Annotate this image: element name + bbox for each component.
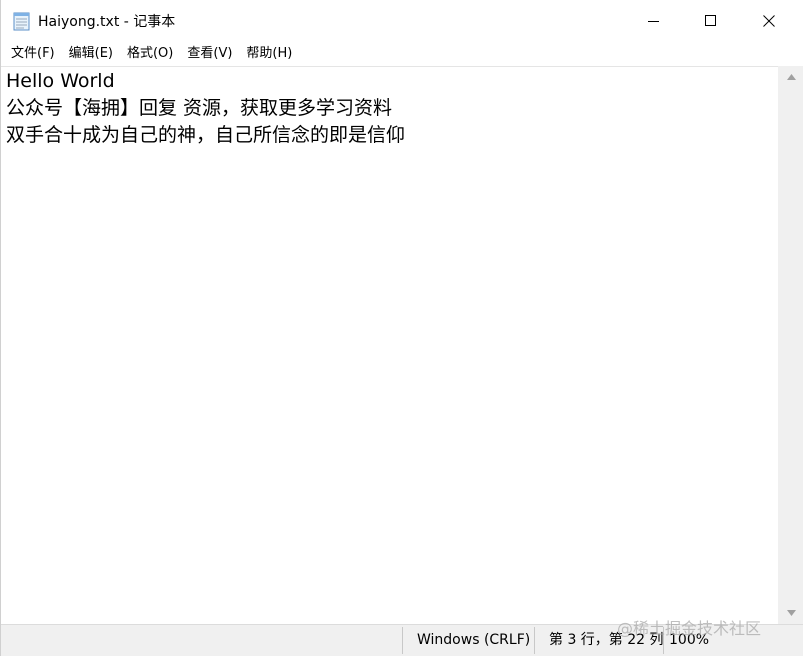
window-title: Haiyong.txt - 记事本 (38, 14, 176, 30)
status-encoding: Windows (CRLF) (417, 632, 531, 648)
menu-bar: 文件(F) 编辑(E) 格式(O) 查看(V) 帮助(H) (1, 42, 803, 66)
text-editor[interactable]: Hello World 公众号【海拥】回复 资源，获取更多学习资料 双手合十成为… (1, 66, 778, 624)
editor-line-3: 双手合十成为自己的神，自己所信念的即是信仰 (6, 124, 406, 146)
editor-line-1: Hello World (6, 70, 115, 92)
status-divider (402, 627, 403, 654)
editor-line-2: 公众号【海拥】回复 资源，获取更多学习资料 (6, 97, 393, 119)
menu-file[interactable]: 文件(F) (4, 43, 62, 65)
chevron-down-icon (786, 610, 796, 616)
vertical-scrollbar[interactable] (778, 66, 803, 624)
chevron-up-icon (786, 74, 796, 80)
notepad-icon[interactable] (13, 11, 31, 31)
watermark: @稀土掘金技术社区 (617, 619, 762, 638)
menu-format[interactable]: 格式(O) (120, 43, 180, 65)
minimize-button[interactable] (625, 0, 683, 42)
scroll-up-button[interactable] (778, 68, 803, 86)
close-icon (763, 15, 775, 27)
maximize-icon (705, 15, 716, 26)
status-divider (534, 627, 535, 654)
maximize-button[interactable] (682, 0, 740, 42)
minimize-icon (648, 21, 659, 22)
menu-help[interactable]: 帮助(H) (239, 43, 299, 65)
title-bar[interactable]: Haiyong.txt - 记事本 (1, 0, 803, 42)
scroll-down-button[interactable] (778, 604, 803, 622)
menu-edit[interactable]: 编辑(E) (62, 43, 120, 65)
menu-view[interactable]: 查看(V) (180, 43, 239, 65)
close-button[interactable] (740, 0, 798, 42)
notepad-window: Haiyong.txt - 记事本 文件(F) 编辑(E) 格式(O) 查看(V… (0, 0, 803, 656)
